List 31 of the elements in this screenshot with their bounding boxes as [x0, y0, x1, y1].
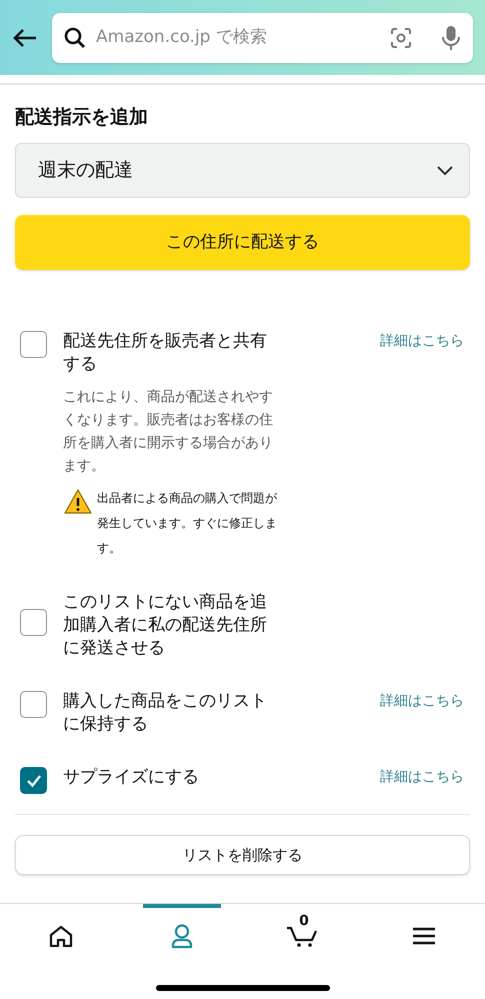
checkbox[interactable]: [20, 767, 47, 794]
camera-scan-icon[interactable]: [389, 26, 413, 50]
search-bar[interactable]: Amazon.co.jp で検索: [52, 12, 473, 62]
delete-list-button[interactable]: リストを削除する: [15, 835, 470, 875]
person-icon: [170, 924, 193, 948]
option-label: サプライズにする: [63, 766, 200, 789]
checkbox[interactable]: [20, 331, 47, 358]
microphone-icon[interactable]: [441, 24, 461, 50]
checkmark-icon: [26, 774, 42, 788]
ship-to-address-button[interactable]: この住所に配送する: [15, 215, 470, 270]
warning-text: 出品者による商品の購入で問題が発生しています。すぐに修正します。: [97, 490, 278, 557]
back-arrow-icon[interactable]: [12, 26, 38, 48]
details-link[interactable]: 詳細はこちら: [380, 766, 464, 789]
delivery-dropdown[interactable]: 週末の配達: [15, 143, 470, 198]
cart-count: 0: [299, 913, 309, 929]
option-label: 購入した商品をこのリストに保持する: [63, 690, 268, 736]
search-icon: [64, 26, 86, 48]
warning-icon: [63, 488, 93, 515]
details-link[interactable]: 詳細はこちら: [380, 330, 464, 353]
option-label: 配送先住所を販売者と共有する: [63, 330, 268, 376]
option-description: これにより、商品が配送されやすくなります。販売者はお客様の住所を購入者に開示する場合があります。: [63, 388, 274, 476]
details-link[interactable]: 詳細はこちら: [380, 690, 464, 713]
checkbox[interactable]: [20, 691, 47, 718]
dropdown-value: 週末の配達: [38, 158, 133, 184]
option-label: このリストにない商品を追加購入者に私の配送先住所に発送させる: [63, 591, 268, 660]
nav-tab[interactable]: 0: [242, 904, 364, 964]
chevron-down-icon: [437, 166, 453, 176]
section-title: 配送指示を追加: [15, 105, 149, 130]
checkbox[interactable]: [20, 609, 47, 636]
menu-icon: [413, 927, 436, 945]
home-icon: [48, 925, 73, 947]
